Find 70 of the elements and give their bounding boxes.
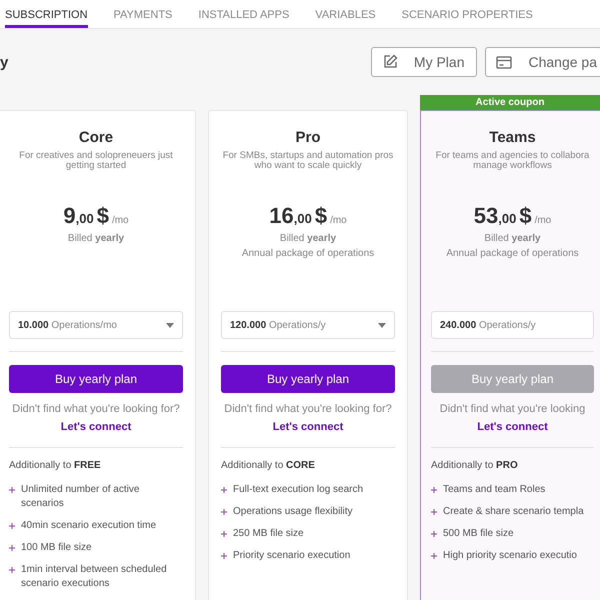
plus-icon: [9, 523, 15, 529]
action-button[interactable]: My Plan: [370, 47, 478, 77]
plan-name: Core: [78, 129, 114, 146]
plus-icon: [9, 487, 15, 493]
plus-icon: [221, 531, 227, 537]
feature-text: Full-text execution log search: [233, 483, 364, 497]
plan-description: For SMBs, startups and automation pros who want to scale quickly: [222, 151, 394, 173]
help-text: Didn't find what you're looking for?: [12, 403, 180, 415]
feature-text: Unlimited number of active scenarios: [21, 483, 140, 511]
price-amount: 16: [269, 203, 294, 229]
price-period: /mo: [330, 215, 347, 226]
price-period: /mo: [534, 215, 552, 226]
operations-dropdown[interactable]: 240.000 Operations/y: [431, 311, 594, 339]
price-currency: $: [96, 203, 109, 229]
package-note: Annual package of operations: [446, 248, 579, 259]
caret-icon: [166, 322, 174, 328]
plus-icon: [431, 509, 437, 515]
price-amount: 53: [474, 203, 498, 229]
action-button[interactable]: Change pa: [485, 47, 600, 77]
price-decimals: ,00: [76, 211, 94, 226]
feature-text: 40min scenario execution time: [21, 519, 156, 533]
connect-link[interactable]: Let's connect: [272, 421, 344, 433]
price-currency: $: [519, 203, 532, 229]
plus-icon: [221, 553, 227, 559]
help-text: Didn't find what you're looking for?: [224, 403, 392, 415]
plan-description: For teams and agencies to collabora manage workflows: [434, 151, 590, 173]
feature-text: Teams and team Roles: [443, 483, 546, 497]
buy-button[interactable]: Buy yearly plan: [221, 365, 395, 393]
feature-text: Priority scenario execution: [233, 549, 350, 563]
feature-text: Create & share scenario templa: [443, 505, 584, 519]
price-period: /mo: [112, 215, 129, 226]
credit-card-icon: [496, 56, 512, 68]
buy-button[interactable]: Buy yearly plan: [9, 365, 183, 393]
plus-icon: [431, 553, 437, 559]
tab[interactable]: SUBSCRIPTION: [5, 0, 88, 28]
connect-link[interactable]: Let's connect: [60, 421, 132, 433]
package-note: Annual package of operations: [242, 248, 374, 259]
edit-icon: [382, 54, 398, 70]
features-heading: Additionally to CORE: [221, 460, 316, 471]
price-decimals: ,00: [498, 211, 516, 226]
plus-icon: [221, 487, 227, 493]
plan-description: For creatives and solopreneuers just getting started: [18, 151, 174, 173]
page-heading: y: [0, 54, 10, 70]
price-amount: 9: [63, 203, 76, 229]
price-currency: $: [314, 203, 328, 229]
plus-icon: [221, 509, 227, 515]
price-decimals: ,00: [294, 211, 312, 226]
caret-icon: [378, 322, 386, 328]
coupon-banner: Active coupon: [420, 95, 600, 110]
billing-text: Billed yearly: [280, 233, 336, 244]
connect-link[interactable]: Let's connect: [477, 421, 548, 433]
operations-dropdown[interactable]: 120.000 Operations/y: [221, 311, 395, 339]
features-heading: Additionally to PRO: [431, 460, 519, 471]
billing-text: Billed yearly: [68, 233, 124, 244]
help-text: Didn't find what you're looking: [440, 403, 586, 415]
feature-text: 100 MB file size: [21, 541, 92, 555]
feature-text: High priority scenario executio: [443, 549, 577, 563]
feature-text: 1min interval between scheduled scenario executions: [21, 563, 168, 591]
plus-icon: [431, 531, 437, 537]
plan-name: Pro: [295, 129, 320, 146]
plan-name: Teams: [489, 129, 536, 146]
plus-icon: [431, 487, 437, 493]
feature-text: 500 MB file size: [443, 527, 514, 541]
plus-icon: [9, 545, 15, 551]
features-heading: Additionally to FREE: [9, 460, 102, 471]
plus-icon: [9, 567, 15, 573]
feature-text: Operations usage flexibility: [233, 505, 353, 519]
operations-dropdown[interactable]: 10.000 Operations/mo: [9, 311, 183, 339]
billing-text: Billed yearly: [484, 233, 541, 244]
feature-text: 250 MB file size: [233, 527, 304, 541]
